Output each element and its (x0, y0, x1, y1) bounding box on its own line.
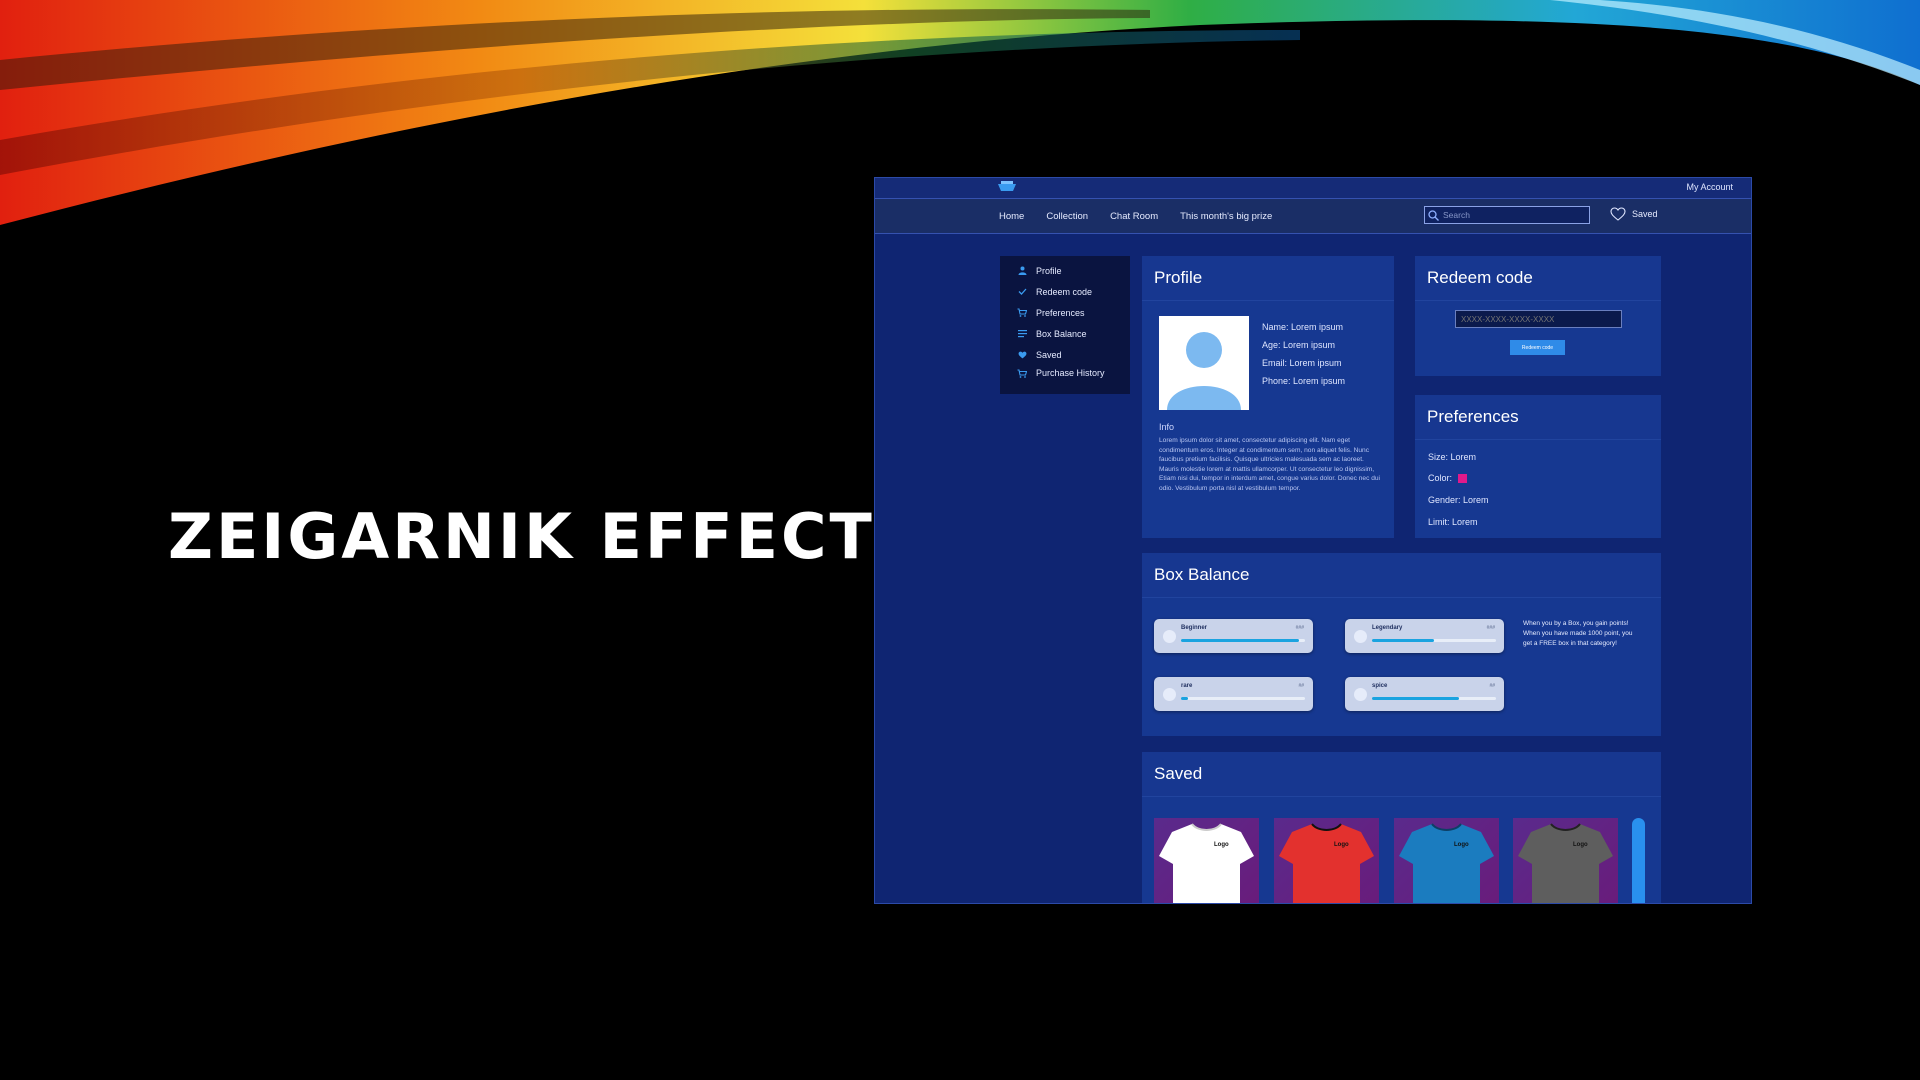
preferences-panel: Preferences Size: Lorem Color: Gender: L… (1415, 395, 1661, 538)
my-account-link[interactable]: My Account (1686, 182, 1733, 192)
logo-icon[interactable] (997, 181, 1017, 192)
pref-gender: Gender: Lorem (1428, 495, 1489, 505)
redeem-code-input[interactable] (1455, 310, 1622, 328)
info-text: Lorem ipsum dolor sit amet, consectetur … (1159, 437, 1381, 492)
panel-title: Saved (1142, 752, 1661, 797)
box-progress-fill (1372, 697, 1459, 700)
box-count: ## (1489, 683, 1495, 689)
box-count: ## (1298, 683, 1304, 689)
box-count: ### (1295, 625, 1304, 631)
box-count: ### (1486, 625, 1495, 631)
redeem-panel: Redeem code Redeem code (1415, 256, 1661, 376)
box-name: Beginner (1181, 625, 1208, 631)
tshirt-icon: Logo (1399, 823, 1494, 903)
sidebar-item-redeem-code[interactable]: Redeem code (1000, 281, 1130, 302)
box-card-beginner[interactable]: Beginner ### (1154, 619, 1313, 653)
check-icon (1017, 287, 1027, 297)
box-progress-track (1181, 639, 1305, 642)
profile-email: Email: Lorem ipsum (1262, 358, 1342, 368)
search-input[interactable] (1439, 210, 1583, 220)
box-name: Legendary (1372, 625, 1403, 631)
box-balance-panel: Box Balance Beginner ### Legendary ### r… (1142, 553, 1661, 736)
saved-nav-label: Saved (1632, 209, 1658, 219)
panel-title: Redeem code (1415, 256, 1661, 301)
saved-item-grey-tshirt[interactable]: Logo (1513, 818, 1618, 903)
sidebar-item-label: Redeem code (1036, 286, 1093, 297)
cart-icon (1017, 368, 1027, 378)
heart-icon (1610, 207, 1626, 221)
saved-scrollbar[interactable] (1632, 818, 1645, 903)
box-icon (1354, 688, 1367, 701)
panel-title: Profile (1142, 256, 1394, 301)
search-icon[interactable] (1428, 209, 1439, 221)
ui-mockup: My Account Home Collection Chat Room Thi… (874, 177, 1752, 904)
pref-limit: Limit: Lorem (1428, 517, 1478, 527)
nav-big-prize[interactable]: This month's big prize (1180, 211, 1272, 222)
saved-item-red-tshirt[interactable]: Logo (1274, 818, 1379, 903)
box-progress-fill (1181, 697, 1189, 700)
nav-home[interactable]: Home (999, 211, 1024, 222)
person-icon (1017, 266, 1027, 276)
box-progress-track (1181, 697, 1305, 700)
box-progress-fill (1181, 639, 1299, 642)
nav-collection[interactable]: Collection (1046, 211, 1088, 222)
sidebar-item-purchase-history[interactable]: Purchase History (1000, 365, 1130, 381)
avatar[interactable] (1159, 316, 1249, 410)
saved-item-blue-tshirt[interactable]: Logo (1394, 818, 1499, 903)
sidebar-item-label: Box Balance (1036, 328, 1087, 339)
panel-title: Preferences (1415, 395, 1661, 440)
slide-title: ZEIGARNIK EFFECT (168, 500, 875, 573)
panel-title: Box Balance (1142, 553, 1661, 598)
saved-item-white-tshirt[interactable]: Logo (1154, 818, 1259, 903)
search-box (1424, 206, 1590, 224)
shirt-logo: Logo (1334, 842, 1349, 848)
pref-size: Size: Lorem (1428, 452, 1477, 462)
pref-color: Color: (1428, 473, 1468, 484)
box-progress-track (1372, 697, 1496, 700)
list-icon (1017, 329, 1027, 339)
profile-panel: Profile Name: Lorem ipsum Age: Lorem ips… (1142, 256, 1394, 538)
heart-icon (1017, 350, 1027, 360)
cart-icon (1017, 308, 1027, 318)
side-menu: Profile Redeem code Preferences Box Bala… (1000, 256, 1130, 394)
shirt-logo: Logo (1454, 842, 1469, 848)
tshirt-icon: Logo (1159, 823, 1254, 903)
saved-panel: Saved Logo Logo Logo Logo (1142, 752, 1661, 903)
box-icon (1354, 630, 1367, 643)
tshirt-icon: Logo (1518, 823, 1613, 903)
sidebar-item-label: Saved (1036, 349, 1062, 360)
sidebar-item-label: Purchase History (1036, 368, 1105, 378)
profile-fields: Name: Lorem ipsum Age: Lorem ipsum Email… (1262, 318, 1345, 390)
sidebar-item-preferences[interactable]: Preferences (1000, 302, 1130, 323)
sidebar-item-box-balance[interactable]: Box Balance (1000, 323, 1130, 344)
shirt-logo: Logo (1214, 842, 1229, 848)
sidebar-item-profile[interactable]: Profile (1000, 260, 1130, 281)
box-progress-fill (1372, 639, 1434, 642)
top-bar: My Account (875, 178, 1751, 199)
info-label: Info (1159, 422, 1175, 432)
profile-phone: Phone: Lorem ipsum (1262, 376, 1346, 386)
nav-chat-room[interactable]: Chat Room (1110, 211, 1158, 222)
pref-color-label: Color: (1428, 473, 1453, 483)
box-card-rare[interactable]: rare ## (1154, 677, 1313, 711)
box-name: rare (1181, 683, 1193, 689)
redeem-button[interactable]: Redeem code (1510, 340, 1565, 355)
box-icon (1163, 688, 1176, 701)
box-balance-note: When you by a Box, you gain points! When… (1523, 620, 1633, 647)
sidebar-item-label: Preferences (1036, 307, 1085, 318)
profile-name: Name: Lorem ipsum (1262, 322, 1344, 332)
sidebar-item-saved[interactable]: Saved (1000, 344, 1130, 365)
saved-nav-button[interactable]: Saved (1610, 207, 1658, 221)
box-progress-track (1372, 639, 1496, 642)
box-icon (1163, 630, 1176, 643)
nav-bar: Home Collection Chat Room This month's b… (875, 199, 1751, 234)
box-card-spice[interactable]: spice ## (1345, 677, 1504, 711)
sidebar-item-label: Profile (1036, 265, 1062, 276)
shirt-logo: Logo (1573, 842, 1588, 848)
color-swatch (1458, 474, 1468, 484)
box-name: spice (1372, 683, 1388, 689)
profile-age: Age: Lorem ipsum (1262, 340, 1336, 350)
tshirt-icon: Logo (1279, 823, 1374, 903)
box-card-legendary[interactable]: Legendary ### (1345, 619, 1504, 653)
